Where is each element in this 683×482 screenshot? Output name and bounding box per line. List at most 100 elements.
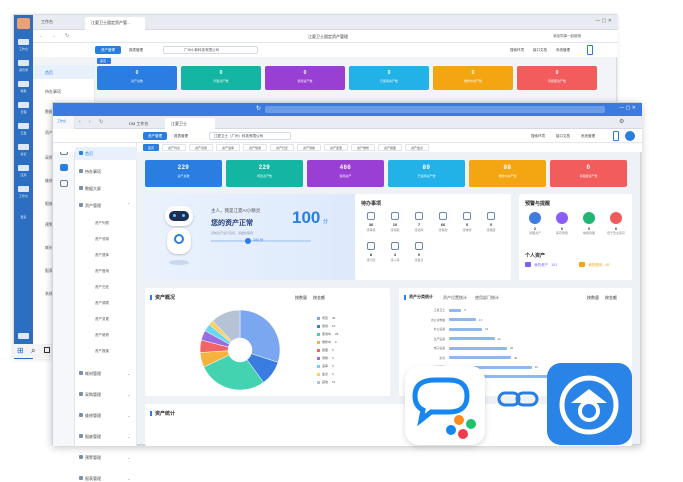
api-doc-link[interactable]: 接口文档 <box>533 48 547 53</box>
front-stat-card[interactable]: 88 维修中资产数 <box>469 160 546 187</box>
menu-item[interactable]: 维修管理 <box>85 413 101 419</box>
submenu-item[interactable]: 资产领用 <box>95 237 109 242</box>
mobile-icon[interactable] <box>587 45 593 55</box>
location-stats-tab[interactable]: 资产位置统计 <box>443 295 467 301</box>
window-controls[interactable]: — ▢ ✕ <box>619 105 636 111</box>
asset-management-button[interactable]: 资产管理 <box>143 132 167 140</box>
pie-legend-item[interactable]: 调拨 4 <box>317 356 334 360</box>
chevron-down-icon[interactable]: ⌄ <box>127 392 130 397</box>
by-count-toggle[interactable]: 按数量 <box>295 295 307 301</box>
back-stat-card[interactable]: 0 借用资产数 <box>265 66 345 90</box>
subtab[interactable]: 资产变更 <box>324 144 348 151</box>
todo-item[interactable]: 66 待借用 <box>433 212 453 232</box>
bar[interactable] <box>449 356 512 359</box>
todo-item[interactable]: 10 待领取 <box>385 212 405 232</box>
title-search[interactable] <box>265 106 605 113</box>
bar[interactable] <box>449 318 476 321</box>
menu-item[interactable]: 耗材管理 <box>85 371 101 377</box>
bar[interactable] <box>449 327 483 331</box>
phone-icon[interactable] <box>18 333 29 339</box>
pie-legend-item[interactable]: 报废 5 <box>317 348 334 352</box>
chevron-down-icon[interactable]: ⌄ <box>127 455 130 460</box>
tab-workbench[interactable]: 工作台 <box>41 19 53 25</box>
by-amount-toggle[interactable]: 按金额 <box>605 295 617 301</box>
forward-arrow-icon[interactable]: › <box>89 119 91 125</box>
bar[interactable] <box>449 346 507 350</box>
todo-item[interactable]: 0 待报废 <box>481 212 501 232</box>
pie-legend-item[interactable]: 退库 3 <box>317 364 334 368</box>
submenu-item[interactable]: 资产调拨 <box>95 301 109 306</box>
refresh-small-icon[interactable]: ↻ <box>99 119 103 125</box>
forward-arrow-icon[interactable]: → <box>51 33 56 39</box>
my-assets-link[interactable]: 我的资产 101 <box>525 262 557 268</box>
more-icon[interactable] <box>18 186 29 192</box>
submenu-item[interactable]: 资产借用 <box>95 269 109 274</box>
calendar-icon[interactable] <box>18 102 29 108</box>
submenu-item[interactable]: 资产维修 <box>95 333 109 338</box>
meeting-icon[interactable] <box>18 144 29 150</box>
home-chip[interactable]: 首页 <box>97 58 111 64</box>
subtab[interactable]: 资产调拨 <box>297 144 321 151</box>
pie-slice[interactable] <box>239 309 281 363</box>
warning-item[interactable]: 0 维保到期 <box>577 212 601 235</box>
subtab[interactable]: 资产列表 <box>162 144 186 151</box>
avatar[interactable] <box>625 131 635 141</box>
back-stat-card[interactable]: 0 待报废资产数 <box>517 66 597 90</box>
workbench-icon[interactable] <box>18 39 29 45</box>
bar[interactable] <box>449 308 462 312</box>
taskview-icon[interactable] <box>44 347 50 353</box>
dist-title[interactable]: 资产分类统计 <box>409 294 433 300</box>
front-stat-card[interactable]: 0 待报废资产数 <box>550 160 627 187</box>
submenu-item[interactable]: 资产退库 <box>95 253 109 258</box>
nav-home-active[interactable] <box>33 65 95 79</box>
pie-legend-item[interactable]: 维修中 6 <box>317 340 337 344</box>
back-stat-card[interactable]: 0 已使用资产数 <box>349 66 429 90</box>
pie-legend-item[interactable]: 使用中 28 <box>317 332 338 336</box>
subtab[interactable]: 资产退库 <box>216 144 240 151</box>
todo-item[interactable]: 8 待归还 <box>361 242 381 262</box>
front-stat-card[interactable]: 229 闲置资产数 <box>226 160 303 187</box>
pie-legend-item[interactable]: 闲置 30 <box>317 316 335 320</box>
back-stat-card[interactable]: 0 闲置资产数 <box>181 66 261 90</box>
todo-item[interactable]: 7 待退库 <box>409 212 429 232</box>
menu-item-home[interactable]: 首页 <box>85 151 93 157</box>
subtab-home-active[interactable]: 首页 <box>143 144 159 151</box>
back-stat-card[interactable]: 0 维修中资产数 <box>433 66 513 90</box>
search-env-link[interactable]: 搜索环境 <box>531 134 545 139</box>
subtab[interactable]: 资产报废 <box>378 144 402 151</box>
apps-icon[interactable] <box>18 165 29 171</box>
refresh-icon[interactable]: ↻ <box>256 105 261 112</box>
settings-gear-icon[interactable]: ⚙ <box>619 118 624 125</box>
menu-item[interactable]: 报废管理 <box>85 434 101 440</box>
tab-jiangxia[interactable]: 江夏卫士 <box>165 118 215 129</box>
tab-active[interactable]: 江夏卫士固定资产管... <box>85 17 145 30</box>
windows-start-icon[interactable]: ⊞ <box>17 346 24 355</box>
bar[interactable] <box>449 337 495 340</box>
menu-item[interactable]: 预警管理 <box>85 455 101 461</box>
by-amount-toggle[interactable]: 按金额 <box>313 295 325 301</box>
pie-legend-item[interactable]: 盘点 2 <box>317 372 334 376</box>
cloud-icon[interactable] <box>18 123 29 129</box>
front-stat-card[interactable]: 89 已使用资产数 <box>388 160 465 187</box>
submenu-item[interactable]: 资产归还 <box>95 285 109 290</box>
front-stat-card[interactable]: 466 借用资产 <box>307 160 384 187</box>
menu-item[interactable]: 报表管理 <box>85 476 101 482</box>
mobile-icon[interactable] <box>613 131 619 141</box>
menu-item-todo[interactable]: 待办事项 <box>85 169 101 175</box>
todo-item[interactable]: 3 待入库 <box>385 242 405 262</box>
back-arrow-icon[interactable]: ‹ <box>79 119 81 125</box>
back-arrow-icon[interactable]: ← <box>39 33 44 39</box>
menu-item-assets[interactable]: 资产管理 <box>85 203 101 209</box>
system-link[interactable]: 系统管理 <box>581 134 595 139</box>
tab-dm-workbench[interactable]: DM 工作台 <box>123 118 165 129</box>
subtab[interactable]: 资产领用 <box>189 144 213 151</box>
submenu-item[interactable]: 资产列表 <box>95 221 109 226</box>
menu-item-screen[interactable]: 数据大屏 <box>85 186 101 192</box>
menu-item[interactable]: 采购管理 <box>85 392 101 398</box>
search-icon[interactable]: ⌕ <box>31 346 35 356</box>
refresh-icon[interactable]: ↻ <box>65 33 69 39</box>
warning-item[interactable]: 0 低于安全库存 <box>604 212 628 235</box>
todo-item[interactable]: 0 待盘点 <box>409 242 429 262</box>
warning-item[interactable]: 0 库存预警 <box>550 212 574 235</box>
api-doc-link[interactable]: 接口文档 <box>556 134 570 139</box>
